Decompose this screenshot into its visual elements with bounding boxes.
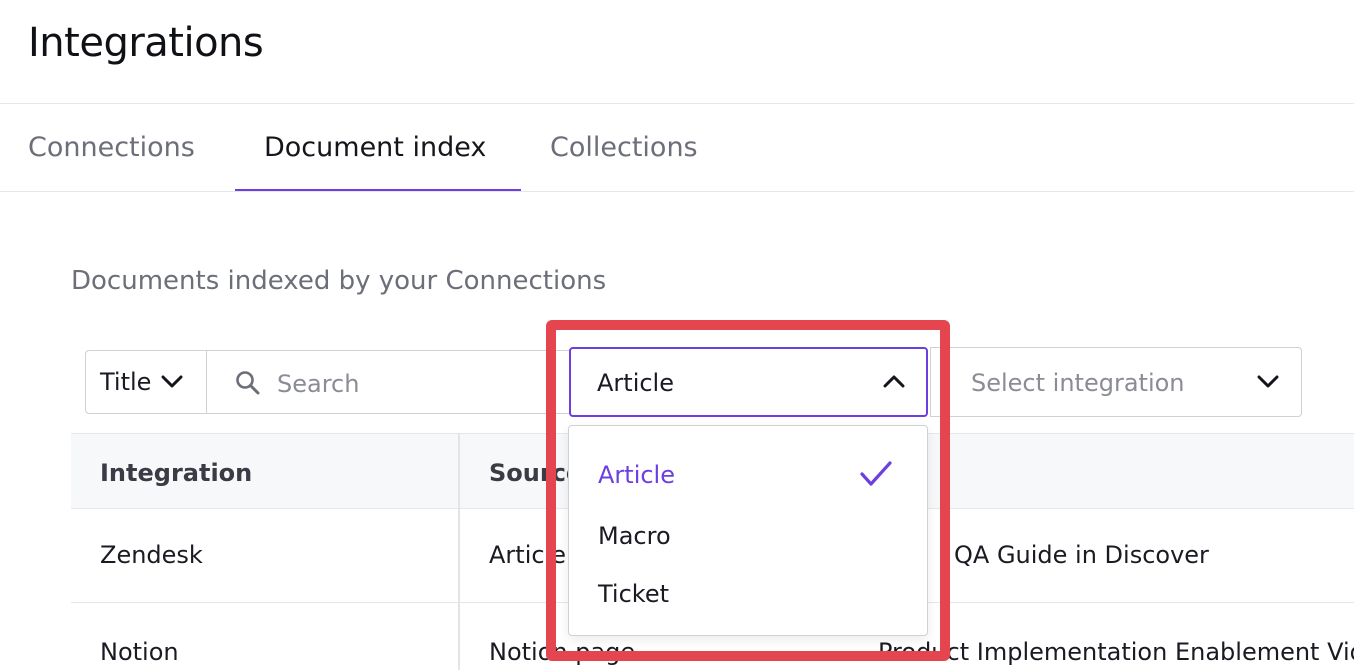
tab-connections[interactable]: Connections (28, 104, 195, 191)
integration-select-placeholder: Select integration (971, 369, 1185, 397)
chevron-down-icon (1257, 374, 1279, 393)
option-ticket[interactable]: Ticket (569, 566, 927, 622)
integration-select[interactable]: Select integration (930, 347, 1302, 417)
field-select[interactable]: Title (85, 350, 207, 414)
option-label: Ticket (598, 580, 670, 608)
cell-title: Product Implementation Enablement Vid (878, 638, 1354, 666)
page-title: Integrations (28, 20, 264, 66)
cell-source-type: Notion page (489, 638, 636, 666)
tab-bar: Connections Document index Collections (0, 104, 1354, 192)
option-macro[interactable]: Macro (569, 508, 927, 564)
search-box (206, 350, 586, 414)
column-header-integration: Integration (100, 459, 253, 487)
search-icon (235, 370, 261, 400)
source-type-select[interactable]: Article (569, 347, 928, 417)
tab-collections[interactable]: Collections (550, 104, 698, 191)
check-icon (859, 459, 893, 493)
cell-title: QA Guide in Discover (954, 541, 1209, 569)
column-divider (458, 433, 460, 670)
chevron-up-icon (883, 373, 905, 392)
option-label: Article (598, 461, 675, 489)
integrations-page: Integrations Connections Document index … (0, 0, 1354, 670)
page-header: Integrations (0, 0, 1354, 104)
option-article[interactable]: Article (569, 447, 927, 503)
chevron-down-icon (161, 374, 183, 393)
section-subtitle: Documents indexed by your Connections (71, 266, 607, 296)
option-label: Macro (598, 522, 671, 550)
field-select-value: Title (100, 368, 152, 396)
source-type-select-value: Article (597, 369, 674, 397)
tab-document-index[interactable]: Document index (264, 104, 486, 191)
cell-integration: Notion (100, 638, 179, 666)
cell-source-type: Article (489, 541, 566, 569)
active-tab-indicator (235, 189, 521, 191)
source-type-dropdown: Article Macro Ticket (568, 425, 928, 636)
search-input[interactable] (275, 363, 569, 405)
cell-integration: Zendesk (100, 541, 203, 569)
